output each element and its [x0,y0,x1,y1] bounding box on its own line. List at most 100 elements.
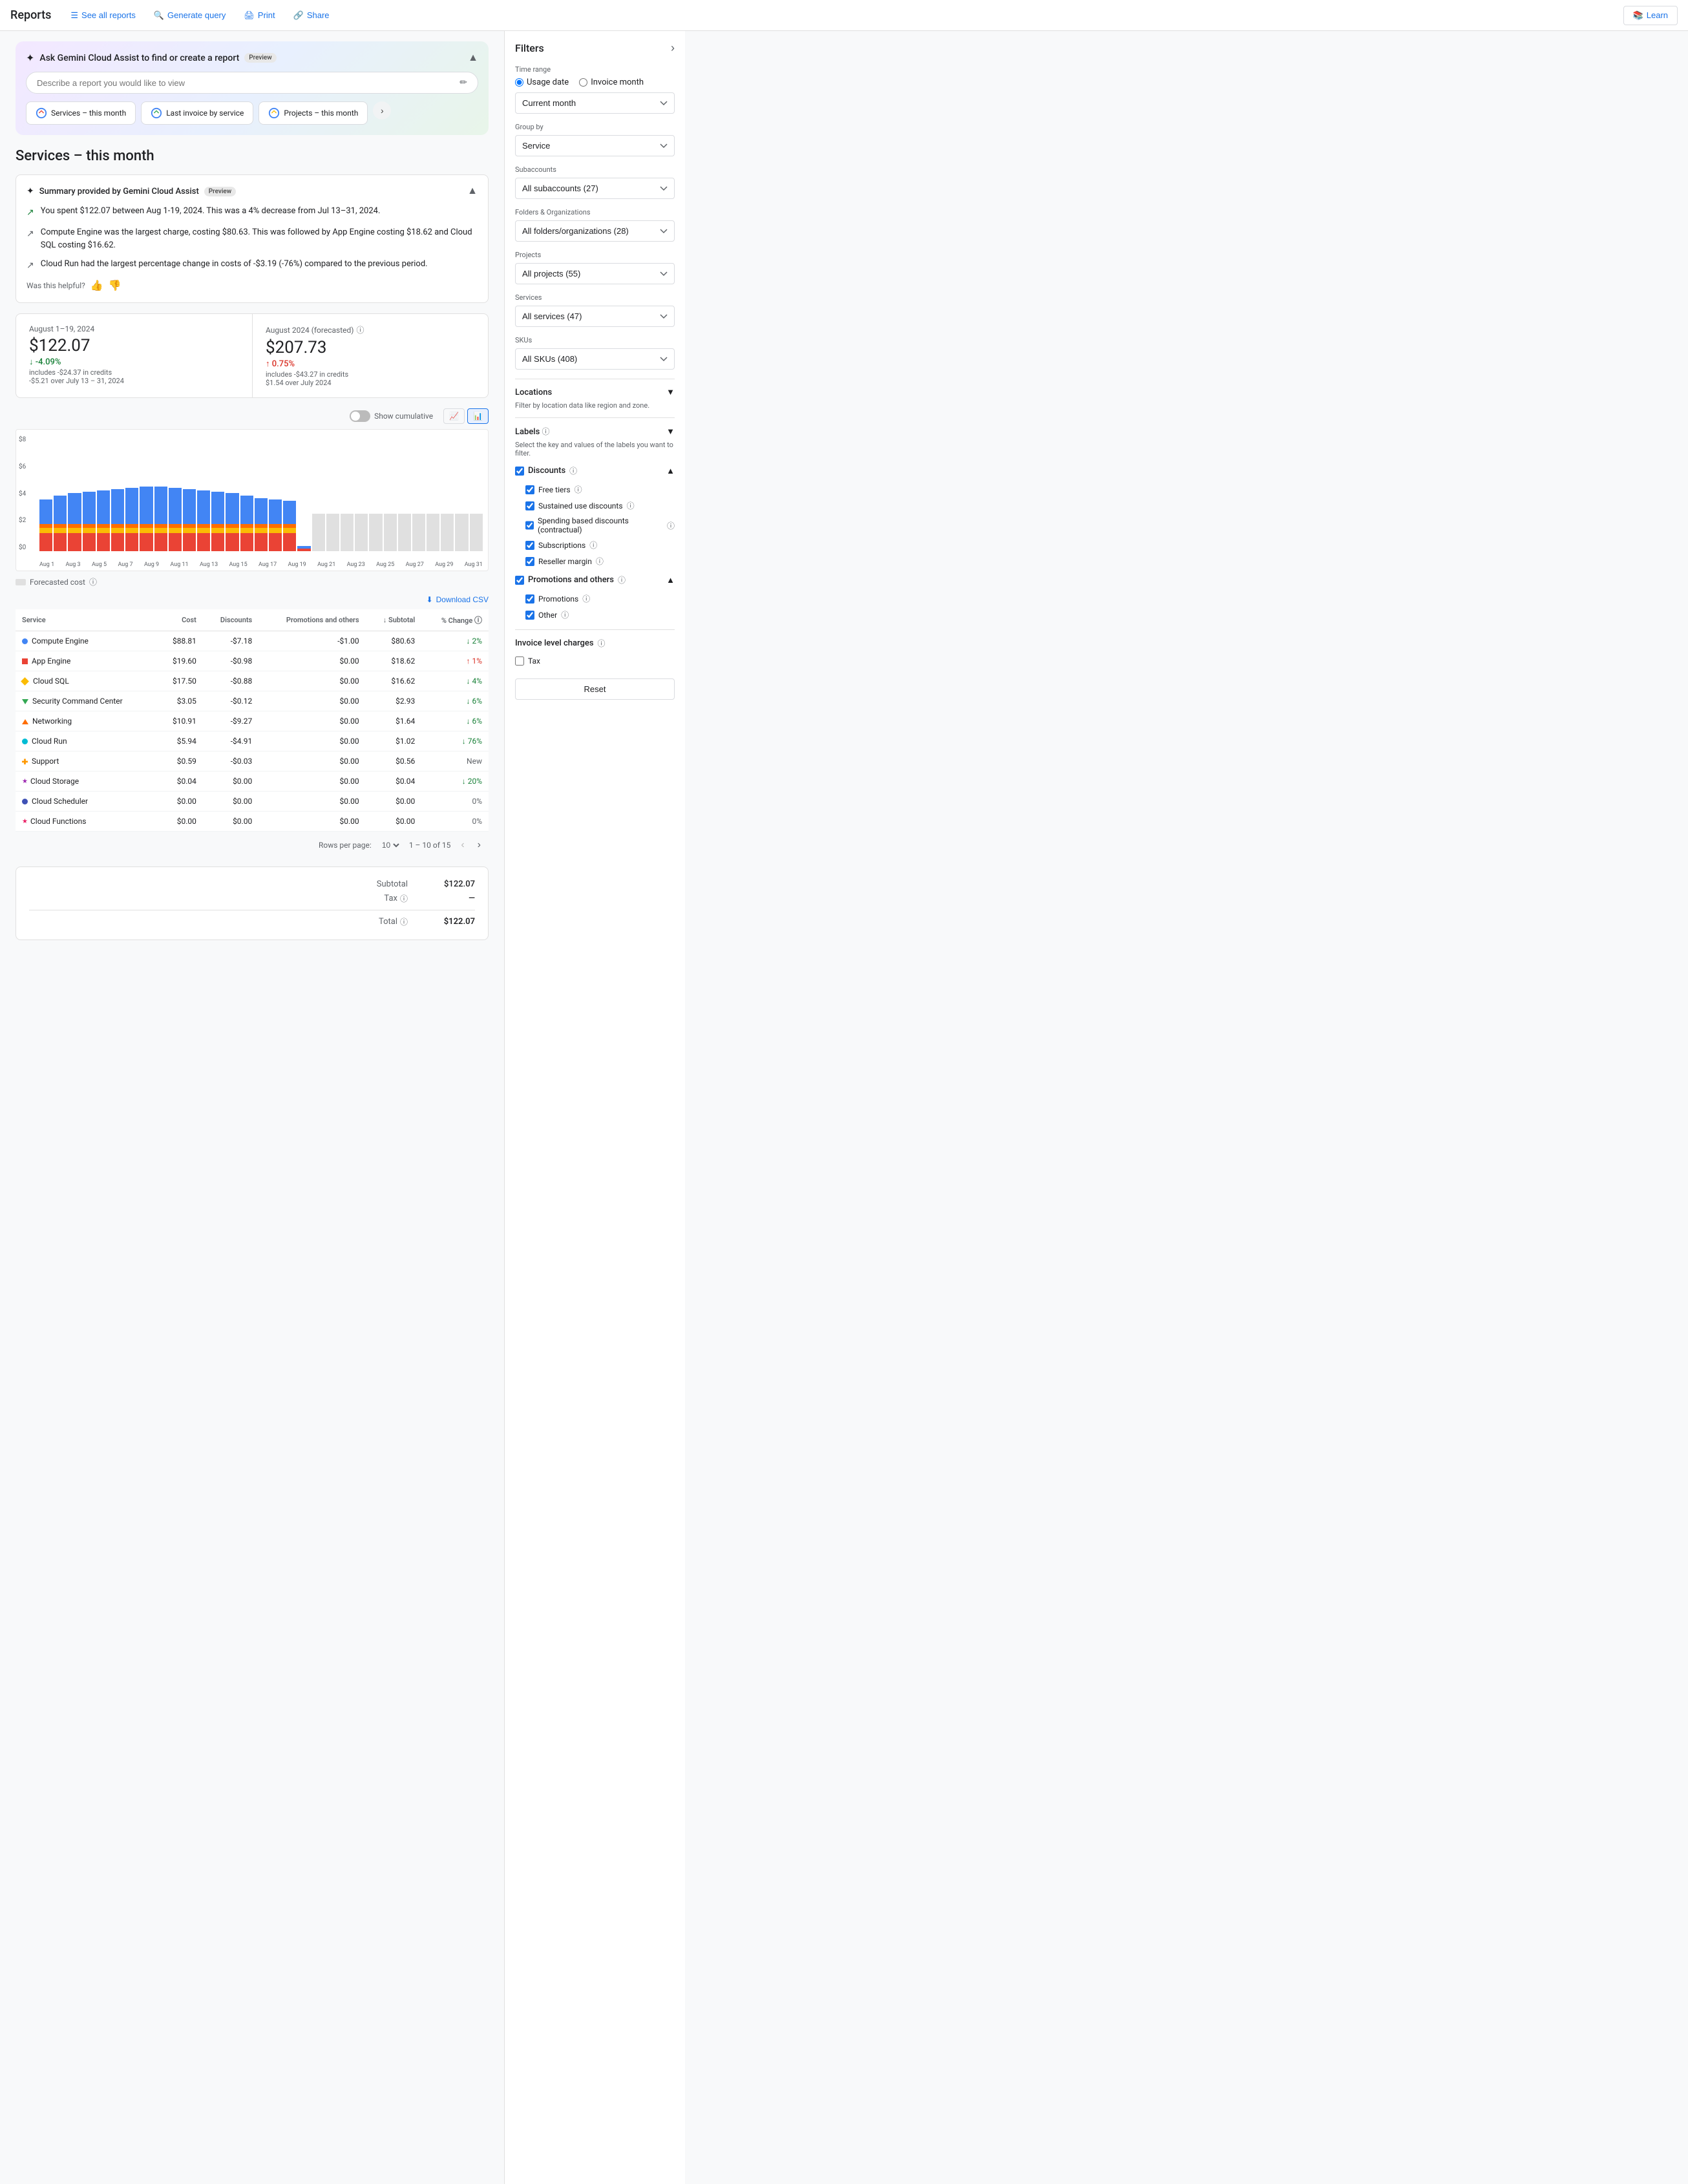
print-button[interactable]: 🖨 Print [237,6,281,25]
gemini-search-input[interactable] [37,78,459,88]
chart-bar-group [255,436,268,551]
sustained-use-info-icon[interactable]: ⓘ [627,500,635,511]
labels-chevron-icon: ▼ [666,426,675,437]
brand-title: Reports [10,8,51,22]
metric-forecast-change-icon: ↑ [266,359,270,369]
cell-service: Support [16,751,157,772]
invoice-charges-info-icon[interactable]: ⓘ [598,638,606,649]
chart-bar-group [455,436,468,551]
chart-bar-segment [68,493,81,524]
sidebar-collapse-button[interactable]: › [671,41,675,55]
invoice-month-radio-label[interactable]: Invoice month [579,78,644,87]
chart-view-buttons: 📈 📊 [443,408,489,424]
chart-bar-segment [97,533,110,551]
promotions-info-icon[interactable]: ⓘ [618,574,626,585]
next-page-button[interactable]: › [475,838,483,852]
discounts-checkbox[interactable] [515,467,524,476]
sustained-use-checkbox[interactable] [525,501,534,510]
folders-select[interactable]: All folders/organizations (28) [515,220,675,242]
discounts-info-icon[interactable]: ⓘ [569,465,577,476]
cell-cost: $10.91 [157,711,203,731]
tax-checkbox[interactable] [515,656,524,666]
promotions-checkbox[interactable] [525,594,534,604]
free-tiers-checkbox[interactable] [525,485,534,494]
gemini-collapse-button[interactable]: ▲ [468,52,478,64]
labels-header[interactable]: Labels ⓘ ▼ [515,426,675,437]
generate-query-button[interactable]: 🔍 Generate query [147,6,233,25]
cumulative-toggle[interactable]: Show cumulative [350,410,433,422]
chip-projects-month[interactable]: Projects – this month [258,101,368,125]
change-info-icon[interactable]: ⓘ [474,616,482,625]
locations-title: Locations [515,388,552,397]
chip-next-button[interactable]: › [373,101,391,120]
promotions-header[interactable]: Promotions and others ⓘ ▲ [515,574,675,585]
current-month-select[interactable]: Current month [515,92,675,114]
chart-bar-segment [83,492,96,524]
table-row: ★Cloud Storage $0.04 $0.00 $0.00 $0.04 ↓… [16,772,489,792]
credits-header[interactable]: Discounts ⓘ ▲ [515,465,675,476]
prev-page-button[interactable]: ‹ [458,838,467,852]
spending-based-info-icon[interactable]: ⓘ [667,520,675,531]
projects-select[interactable]: All projects (55) [515,263,675,284]
free-tiers-info-icon[interactable]: ⓘ [575,484,582,495]
summary-item-0: ↗ You spent $122.07 between Aug 1-19, 20… [26,205,478,220]
subscriptions-checkbox[interactable] [525,541,534,550]
promotions-others-checkbox[interactable] [515,576,524,585]
cell-cost: $0.04 [157,772,203,792]
usage-date-radio[interactable] [515,78,523,87]
other-info-icon[interactable]: ⓘ [561,609,569,620]
share-button[interactable]: 🔗 Share [287,6,336,25]
toggle-switch[interactable] [350,410,370,422]
gemini-bar-header: ✦ Ask Gemini Cloud Assist to find or cre… [26,52,478,64]
reseller-margin-info-icon[interactable]: ⓘ [596,556,604,567]
subscriptions-info-icon[interactable]: ⓘ [589,540,597,551]
chip-services-month[interactable]: Services – this month [26,101,136,125]
labels-info-icon[interactable]: ⓘ [542,427,550,436]
locations-header[interactable]: Locations ▼ [515,387,675,397]
forecasted-cost-label: Forecasted cost ⓘ [16,576,489,587]
reseller-margin-checkbox[interactable] [525,557,534,566]
group-by-select[interactable]: Service [515,135,675,156]
reset-button[interactable]: Reset [515,678,675,700]
forecast-info-icon[interactable]: ⓘ [356,324,364,335]
filter-group-by: Group by Service [515,123,675,156]
metric-forecast-label: August 2024 (forecasted) ⓘ [266,324,475,335]
summary-collapse-button[interactable]: ▲ [467,185,478,197]
total-info-icon[interactable]: ⓘ [400,916,408,927]
chart-bar-segment [197,533,210,551]
thumbs-down-button[interactable]: 👎 [109,279,121,292]
promotions-detail-info-icon[interactable]: ⓘ [582,593,590,604]
skus-select[interactable]: All SKUs (408) [515,348,675,370]
invoice-month-radio[interactable] [579,78,587,87]
services-select[interactable]: All services (47) [515,306,675,327]
per-page-select[interactable]: 10 25 50 [379,840,401,850]
spending-based-checkbox[interactable] [525,521,534,530]
cell-subtotal: $1.02 [366,731,422,751]
filter-subaccounts: Subaccounts All subaccounts (27) [515,165,675,199]
tax-info-icon[interactable]: ⓘ [400,893,408,904]
other-checkbox[interactable] [525,611,534,620]
time-range-radio-group: Usage date Invoice month [515,78,675,87]
download-csv-button[interactable]: ⬇ Download CSV [427,595,489,604]
chart-bar-group [427,436,439,551]
bar-chart-button[interactable]: 📊 [467,408,489,424]
chart-bar-group [54,436,67,551]
cell-promotions: $0.00 [258,731,365,751]
chip-last-invoice[interactable]: Last invoice by service [141,101,253,125]
cell-promotions: $0.00 [258,671,365,691]
cell-promotions: $0.00 [258,772,365,792]
see-all-reports-button[interactable]: ☰ See all reports [64,6,142,25]
usage-date-radio-label[interactable]: Usage date [515,78,569,87]
cell-subtotal: $2.93 [366,691,422,711]
chart-bar-segment [125,528,138,533]
learn-button[interactable]: 📚 Learn [1623,6,1678,25]
chart-bar-segment [197,528,210,533]
skus-label: SKUs [515,336,675,344]
thumbs-up-button[interactable]: 👍 [90,279,103,292]
subaccounts-select[interactable]: All subaccounts (27) [515,178,675,199]
chart-bar-segment [283,533,296,551]
subaccounts-label: Subaccounts [515,165,675,174]
forecasted-info-icon[interactable]: ⓘ [89,576,97,587]
share-icon: 🔗 [293,10,304,21]
line-chart-button[interactable]: 📈 [443,408,465,424]
